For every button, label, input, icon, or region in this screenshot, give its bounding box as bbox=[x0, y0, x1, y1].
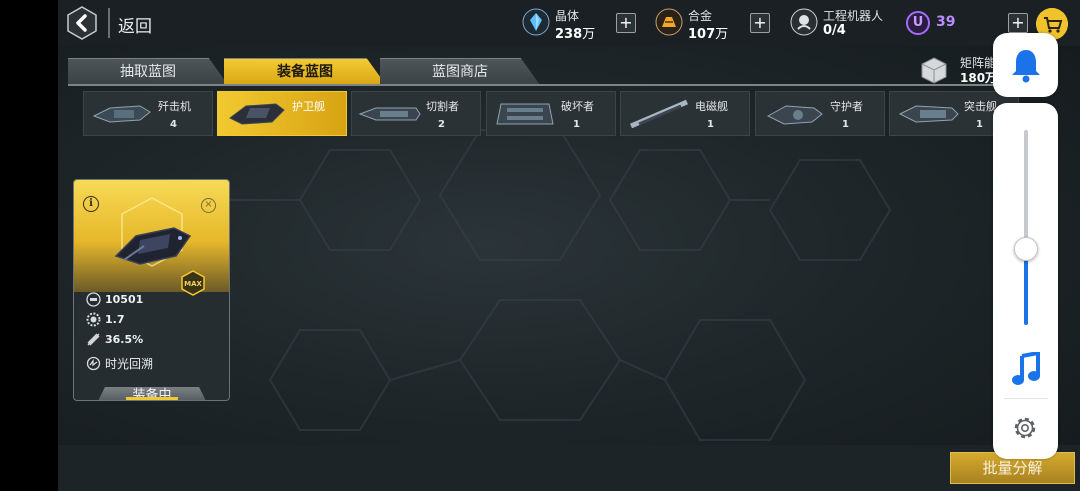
escort-ship-icon bbox=[229, 103, 285, 125]
fighter-ship-icon bbox=[92, 105, 151, 123]
assault-ship-icon bbox=[898, 105, 959, 123]
screen-bezel bbox=[0, 0, 58, 491]
cutter-ship-icon bbox=[358, 107, 421, 121]
ship-filter-name: 电磁舰 bbox=[695, 100, 728, 113]
add-premium-button[interactable]: + bbox=[1008, 13, 1028, 33]
music-note-icon[interactable] bbox=[1010, 352, 1042, 386]
tabs-underline bbox=[68, 84, 1008, 86]
bottom-band bbox=[58, 445, 1080, 491]
destroyer-ship-icon bbox=[496, 103, 554, 125]
resource-robot: 工程机器人 0/4 bbox=[790, 6, 890, 40]
ship-filter-count: 1 bbox=[842, 119, 849, 130]
back-arrow-icon[interactable] bbox=[65, 6, 99, 40]
ship-filter-name: 守护者 bbox=[830, 100, 863, 113]
crystal-value: 238万 bbox=[555, 27, 596, 42]
thrust-icon bbox=[87, 333, 100, 346]
card-stat-rate: 1.7 bbox=[86, 312, 125, 327]
bell-icon[interactable] bbox=[1010, 47, 1042, 83]
helmet-icon bbox=[86, 292, 101, 307]
ship-filter-fighter[interactable]: 歼击机 4 bbox=[83, 91, 213, 136]
matrix-value: 180万 bbox=[960, 71, 998, 85]
ship-filter-destroyer[interactable]: 破坏者 1 bbox=[486, 91, 616, 136]
premium-currency-value: 39 bbox=[936, 14, 956, 30]
ship-filter-count: 1 bbox=[976, 119, 983, 130]
matrix-cube-icon bbox=[921, 57, 947, 84]
ship-filter-name: 切割者 bbox=[426, 100, 459, 113]
game-screen: 返回 晶体 238万 + 合金 107万 + 工程机器人 0/4 U 39 + bbox=[0, 0, 1080, 491]
crystal-icon bbox=[522, 8, 550, 36]
card-stat-thrust: 36.5% bbox=[86, 332, 143, 347]
ship-filter-name: 护卫舰 bbox=[292, 100, 325, 113]
add-crystal-button[interactable]: + bbox=[616, 13, 636, 33]
tab-blueprint-shop[interactable]: 蓝图商店 bbox=[380, 58, 540, 85]
escort-ship-image bbox=[114, 227, 192, 265]
resource-alloy: 合金 107万 bbox=[655, 6, 735, 42]
guardian-ship-icon bbox=[766, 105, 823, 125]
volume-slider-handle[interactable] bbox=[1014, 237, 1038, 261]
volume-panel-divider bbox=[1004, 398, 1048, 399]
settings-gear-icon[interactable] bbox=[1011, 414, 1039, 442]
tab-equip-blueprint[interactable]: 装备蓝图 bbox=[224, 58, 386, 85]
premium-currency-icon: U bbox=[906, 11, 930, 35]
blueprint-card[interactable]: i × MAX 10501 1.7 36.5% 时光回溯 装备中 bbox=[73, 179, 230, 401]
add-alloy-button[interactable]: + bbox=[750, 13, 770, 33]
close-icon[interactable]: × bbox=[201, 198, 216, 213]
max-badge-icon: MAX bbox=[181, 270, 205, 296]
tab-draw-blueprint[interactable]: 抽取蓝图 bbox=[68, 58, 228, 85]
gear-stat-icon bbox=[86, 312, 101, 327]
card-stat-power: 10501 bbox=[86, 292, 143, 307]
robot-value: 0/4 bbox=[823, 23, 846, 38]
alloy-label: 合金 bbox=[688, 9, 713, 23]
ship-filter-railgun[interactable]: 电磁舰 1 bbox=[620, 91, 750, 136]
ship-filter-guardian[interactable]: 守护者 1 bbox=[755, 91, 885, 136]
equipped-indicator bbox=[126, 397, 178, 400]
back-button-label[interactable]: 返回 bbox=[118, 12, 152, 37]
ship-filter-name: 突击舰 bbox=[964, 100, 997, 113]
ship-filter-name: 歼击机 bbox=[158, 100, 191, 113]
alloy-value: 107万 bbox=[688, 27, 729, 42]
ship-filter-count: 1 bbox=[707, 119, 714, 130]
resource-crystal: 晶体 238万 bbox=[522, 6, 602, 42]
ship-filter-count: 2 bbox=[438, 119, 445, 130]
max-badge-text: MAX bbox=[184, 280, 202, 288]
robot-icon bbox=[790, 8, 818, 36]
ship-filter-count: 4 bbox=[170, 119, 177, 130]
ship-filter-count: 1 bbox=[573, 119, 580, 130]
info-icon[interactable]: i bbox=[83, 196, 99, 212]
alloy-icon bbox=[655, 8, 683, 36]
ship-filter-cutter[interactable]: 切割者 2 bbox=[351, 91, 481, 136]
card-stat-skill: 时光回溯 bbox=[86, 355, 153, 372]
ship-filter-escort[interactable]: 护卫舰 bbox=[217, 91, 347, 136]
ship-filter-name: 破坏者 bbox=[561, 100, 594, 113]
railgun-ship-icon bbox=[630, 99, 688, 129]
robot-label: 工程机器人 bbox=[823, 9, 884, 23]
back-divider bbox=[108, 8, 110, 38]
time-rewind-icon bbox=[86, 356, 101, 371]
crystal-label: 晶体 bbox=[555, 9, 580, 23]
